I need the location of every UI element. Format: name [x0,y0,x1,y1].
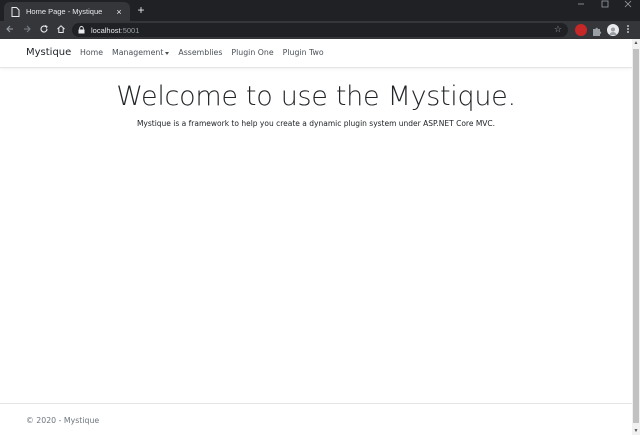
nav-link-plugin-one[interactable]: Plugin One [231,48,273,57]
caret-down-icon [165,51,170,55]
site-navbar: Mystique Home Management Assemblies Plug… [0,39,632,68]
puzzle-icon[interactable] [591,24,603,36]
page-icon [10,6,20,17]
extension-icon[interactable] [575,24,587,36]
tab-title: Home Page - Mystique [26,7,103,16]
scroll-down-icon[interactable]: ▼ [632,427,640,435]
back-icon[interactable] [4,24,16,36]
close-tab-icon[interactable]: × [114,7,124,17]
url-port: :5001 [120,25,140,35]
footer-copyright: © 2020 - Mystique [26,416,100,425]
tab-strip: Home Page - Mystique × + [0,0,640,21]
page-lead: Mystique is a framework to help you crea… [136,119,496,128]
site-footer: © 2020 - Mystique [0,403,632,435]
star-icon[interactable]: ☆ [554,24,562,35]
lock-icon[interactable] [78,26,86,34]
maximize-icon[interactable] [594,0,616,14]
forward-icon[interactable] [21,24,33,36]
window-close-icon[interactable] [617,0,639,14]
navbar-brand[interactable]: Mystique [26,47,71,58]
nav-link-management[interactable]: Management [112,48,170,57]
page-scrollbar[interactable]: ▲ ▼ [632,39,640,435]
new-tab-button[interactable]: + [135,4,147,16]
scrollbar-thumb[interactable] [633,49,639,423]
browser-toolbar: localhost:5001 ☆ [0,21,640,39]
address-bar[interactable]: localhost:5001 ☆ [72,23,568,37]
nav-link-assemblies[interactable]: Assemblies [178,48,222,57]
scroll-up-icon[interactable]: ▲ [632,39,640,47]
browser-tab[interactable]: Home Page - Mystique × [4,2,130,21]
page-headline: Welcome to use the Mystique. [116,81,516,112]
url-host: localhost [91,25,121,35]
minimize-icon[interactable] [570,0,592,14]
profile-icon[interactable] [607,24,619,36]
nav-link-plugin-two[interactable]: Plugin Two [283,48,324,57]
menu-icon[interactable] [624,24,632,36]
home-icon[interactable] [55,24,67,36]
page-viewport: Mystique Home Management Assemblies Plug… [0,39,632,435]
nav-link-management-label: Management [112,48,164,57]
nav-link-home[interactable]: Home [80,48,103,57]
nav-links: Home Management Assemblies Plugin One Pl… [80,48,324,57]
reload-icon[interactable] [38,24,50,36]
